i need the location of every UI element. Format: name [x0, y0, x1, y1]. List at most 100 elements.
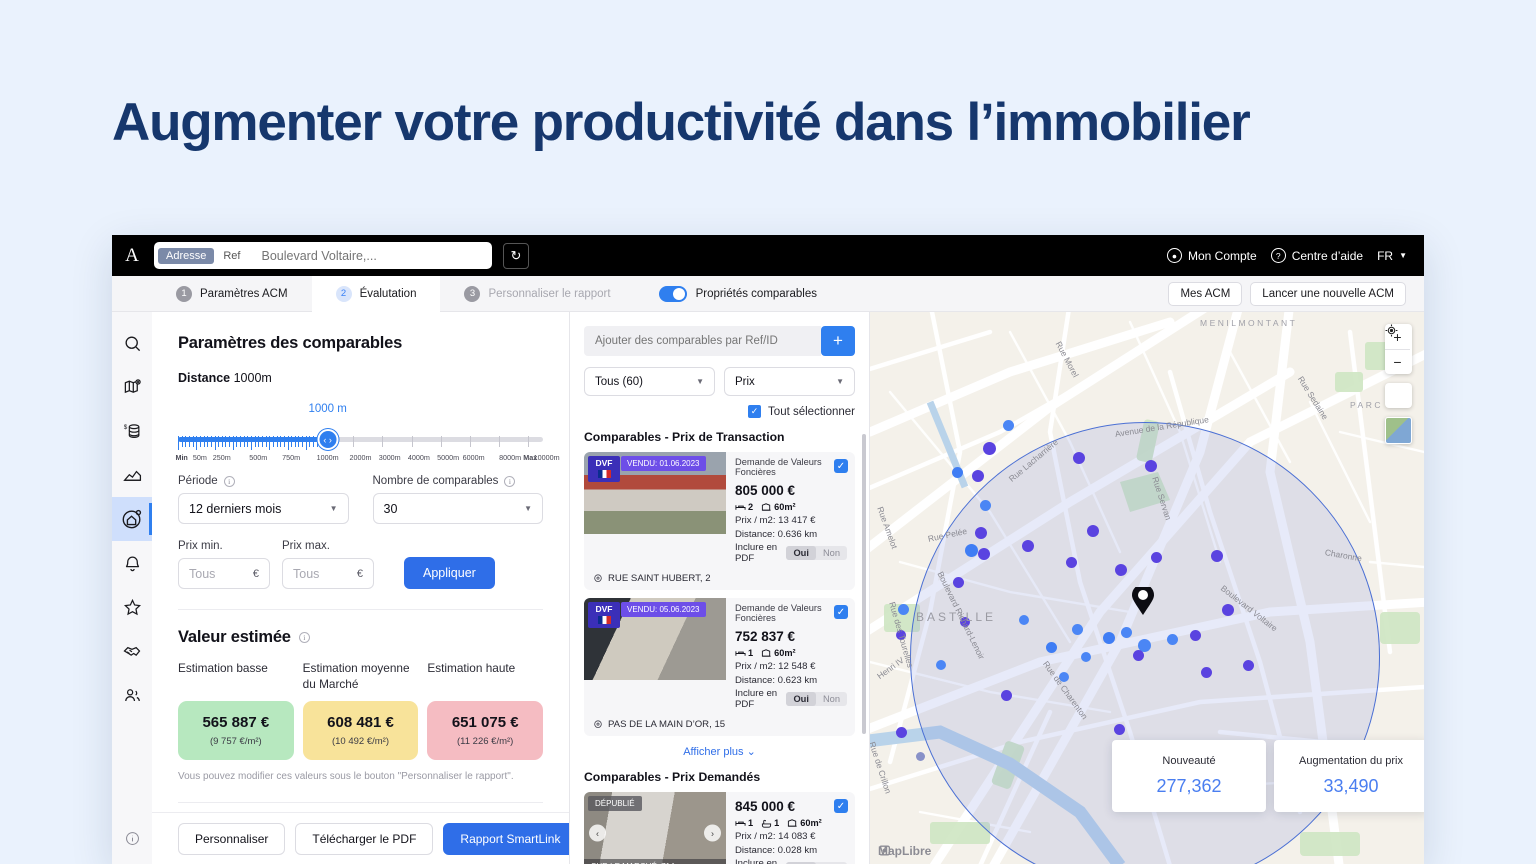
map-comparable-dot[interactable] [1001, 690, 1012, 701]
map-comparable-dot[interactable] [1151, 552, 1162, 563]
sidebar-item-analytics[interactable] [112, 453, 152, 497]
map-comparable-dot[interactable] [983, 442, 996, 455]
nombre-select[interactable]: 30 ▼ [372, 493, 543, 524]
sidebar-item-alerts[interactable] [112, 541, 152, 585]
comparables-scrollbar[interactable] [862, 434, 866, 734]
language-selector[interactable]: FR ▼ [1377, 249, 1407, 263]
sidebar-item-contacts[interactable] [112, 673, 152, 717]
map-comparable-dot[interactable] [1222, 604, 1234, 616]
comparable-checkbox[interactable]: ✓ [834, 459, 848, 473]
pdf-non[interactable]: Non [816, 546, 847, 560]
map-comparable-dot[interactable] [1003, 420, 1014, 431]
map-comparable-dot[interactable] [1145, 460, 1157, 472]
sidebar-item-prices[interactable]: $ [112, 409, 152, 453]
comparable-thumbnail[interactable]: DVF VENDU: 01.06.2023 [584, 452, 726, 534]
filter-sort-select[interactable]: Prix ▼ [724, 367, 855, 396]
comparable-checkbox[interactable]: ✓ [834, 605, 848, 619]
map-comparable-dot[interactable] [1087, 525, 1099, 537]
map-comparable-dot[interactable] [1211, 550, 1223, 562]
pdf-oui[interactable]: Oui [786, 546, 816, 560]
sidebar-item-info[interactable] [112, 820, 152, 864]
prix-max-input[interactable]: Tous € [282, 558, 374, 589]
sidebar-item-map[interactable] [112, 365, 152, 409]
map-comparable-dot[interactable] [1022, 540, 1034, 552]
telecharger-pdf-button[interactable]: Télécharger le PDF [295, 822, 434, 855]
map-comparable-dot[interactable] [978, 548, 990, 560]
map-comparable-dot[interactable] [1019, 615, 1029, 625]
comparable-card[interactable]: DÉPUBLIÉ ‹ › SUR LE MARCHÉ: 714+ 845 000… [584, 792, 855, 864]
sidebar-item-favorites[interactable] [112, 585, 152, 629]
search-mode-segmented[interactable]: Adresse Ref [157, 245, 250, 266]
map-comparable-dot[interactable] [1114, 724, 1125, 735]
search-mode-adresse[interactable]: Adresse [158, 247, 215, 264]
map-comparable-dot[interactable] [1066, 557, 1077, 568]
rapport-smartlink-button[interactable]: Rapport SmartLink [443, 822, 569, 855]
help-center-button[interactable]: ? Centre d’aide [1270, 248, 1363, 263]
my-account-button[interactable]: ● Mon Compte [1166, 248, 1257, 263]
slider-knob[interactable]: ‹ › [317, 429, 339, 450]
map-comparable-dot[interactable] [1201, 667, 1212, 678]
toggle-switch-icon[interactable] [658, 285, 687, 302]
checkbox-icon[interactable]: ✓ [748, 405, 762, 418]
map-comparable-dot[interactable] [1081, 652, 1091, 662]
map-comparable-dot[interactable] [1073, 452, 1085, 464]
comparable-thumbnail[interactable]: DVF VENDU: 05.06.2023 [584, 598, 726, 680]
appliquer-button[interactable]: Appliquer [404, 557, 495, 589]
sidebar-item-deals[interactable] [112, 629, 152, 673]
info-icon[interactable]: i [223, 475, 235, 487]
periode-select[interactable]: 12 derniers mois ▼ [178, 493, 349, 524]
search-mode-ref[interactable]: Ref [215, 248, 248, 264]
map-comparable-dot[interactable] [1133, 650, 1144, 661]
pdf-include-toggle[interactable]: Oui Non [786, 546, 847, 560]
tab-parametres-acm[interactable]: 1 Paramètres ACM [152, 276, 312, 312]
tab-personnaliser-rapport[interactable]: 3 Personnaliser le rapport [440, 276, 634, 312]
map-comparable-dot[interactable] [1121, 627, 1132, 638]
map-comparable-dot[interactable] [916, 752, 925, 761]
map-comparable-dot[interactable] [1190, 630, 1201, 641]
map-comparable-dot[interactable] [965, 544, 978, 557]
map-comparable-dot[interactable] [896, 727, 907, 738]
next-photo-icon[interactable]: › [704, 824, 721, 842]
lancer-nouvelle-acm-button[interactable]: Lancer une nouvelle ACM [1250, 281, 1406, 306]
comparable-checkbox[interactable]: ✓ [834, 799, 848, 813]
map-comparable-dot[interactable] [972, 470, 984, 482]
map-comparable-dot[interactable] [975, 527, 987, 539]
address-search-bar[interactable]: Adresse Ref [154, 242, 492, 269]
sidebar-item-valuation[interactable] [112, 497, 152, 541]
map-comparable-dot[interactable] [953, 577, 964, 588]
comparables-toggle[interactable]: Propriétés comparables [658, 285, 817, 302]
plus-icon[interactable]: + [821, 326, 855, 356]
add-comparable-input[interactable] [584, 326, 821, 356]
layers-thumbnail-icon[interactable] [1385, 417, 1412, 444]
map-comparable-dot[interactable] [936, 660, 946, 670]
address-input[interactable] [249, 248, 489, 263]
mes-acm-button[interactable]: Mes ACM [1168, 281, 1243, 306]
locate-icon[interactable] [1385, 324, 1410, 408]
map-attribution[interactable]: MapLibre [878, 844, 931, 858]
subject-property-pin[interactable] [1132, 587, 1154, 615]
info-icon[interactable]: i [504, 475, 516, 487]
map-comparable-dot[interactable] [1167, 634, 1178, 645]
info-icon[interactable]: i [298, 632, 310, 643]
map-view[interactable]: MENILMONTANT Avenue de la République Rue M… [870, 312, 1424, 864]
prev-photo-icon[interactable]: ‹ [589, 824, 606, 842]
filter-all-select[interactable]: Tous (60) ▼ [584, 367, 715, 396]
comparable-thumbnail[interactable]: DÉPUBLIÉ ‹ › SUR LE MARCHÉ: 714+ [584, 792, 726, 864]
personnaliser-button[interactable]: Personnaliser [178, 822, 286, 855]
prix-min-input[interactable]: Tous € [178, 558, 270, 589]
map-comparable-dot[interactable] [1243, 660, 1254, 671]
refresh-icon[interactable]: ↻ [503, 242, 529, 269]
select-all-row[interactable]: ✓ Tout sélectionner [584, 405, 855, 418]
afficher-plus-button[interactable]: Afficher plus ⌄ [584, 745, 855, 758]
pdf-non[interactable]: Non [816, 692, 847, 706]
pdf-include-toggle[interactable]: Oui Non [786, 692, 847, 706]
map-comparable-dot[interactable] [1103, 632, 1115, 644]
sidebar-item-search[interactable] [112, 321, 152, 365]
map-comparable-dot[interactable] [1072, 624, 1083, 635]
pdf-oui[interactable]: Oui [786, 692, 816, 706]
tab-evaluation[interactable]: 2 Évalutation [311, 275, 441, 312]
map-comparable-dot[interactable] [980, 500, 991, 511]
map-comparable-dot[interactable] [1046, 642, 1057, 653]
map-comparable-dot[interactable] [1115, 564, 1127, 576]
distance-slider[interactable]: 1000 m ‹ › Min 50m 250m 500m 750m 1000m 2000m 3… [175, 403, 559, 462]
